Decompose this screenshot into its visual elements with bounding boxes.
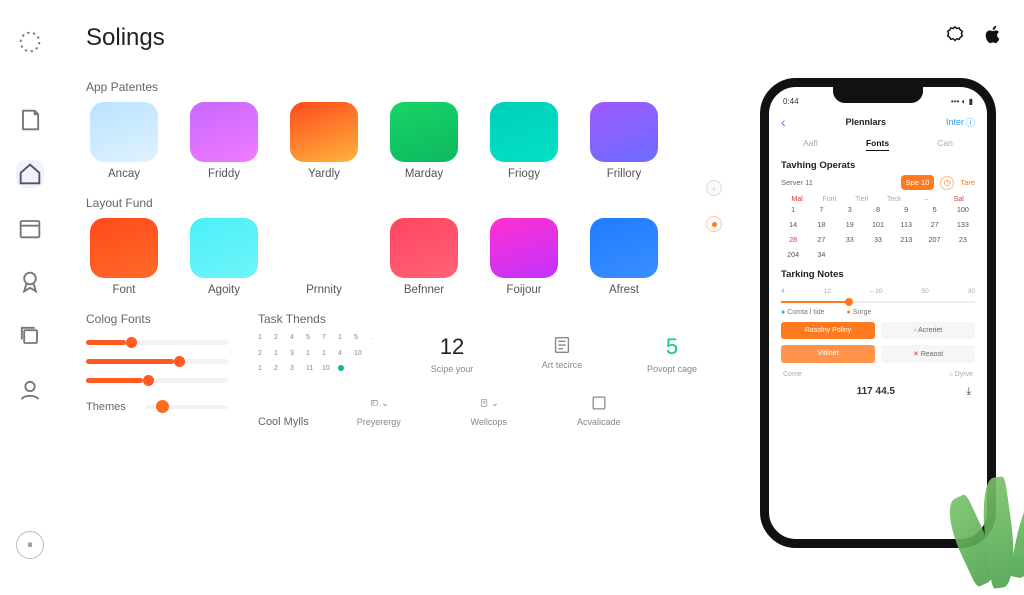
patente-label: Marday — [405, 168, 443, 180]
layout-label: Prnnity — [306, 284, 342, 296]
chip-tare: Tare — [960, 178, 975, 187]
phone-preview: 0:44 ••• ◐ ▮ ‹ Plennlars Inter ⓘ Aafl Fon… — [760, 78, 996, 548]
mini-calendar: 1245715.213114101231110 — [258, 334, 382, 380]
phone-tab-1[interactable]: Fonts — [866, 138, 889, 148]
pill-1[interactable]: ›Acreriet — [881, 322, 975, 339]
calendar-icon[interactable] — [16, 214, 44, 242]
foot-1[interactable]: ⌄Wellcops — [449, 393, 529, 427]
stat-1: Art tecirce — [522, 334, 602, 370]
phone-inter[interactable]: Inter ⓘ — [946, 116, 975, 129]
loading-icon[interactable] — [16, 28, 44, 56]
bottom-come: Come — [783, 371, 802, 378]
phone-tab-2[interactable]: Can — [937, 138, 953, 148]
patente-item-2[interactable]: Yardly — [286, 102, 362, 180]
layout-label: Agoity — [208, 284, 240, 296]
footer-value: 117 44.5 — [857, 386, 895, 397]
apple-icon[interactable] — [982, 24, 1004, 46]
pill-0[interactable]: Rasolny Poliny — [781, 322, 875, 339]
patente-label: Ancay — [108, 168, 140, 180]
patente-item-4[interactable]: Friogy — [486, 102, 562, 180]
layout-label: Befnner — [404, 284, 444, 296]
note-icon[interactable] — [16, 106, 44, 134]
layout-label: Font — [112, 284, 135, 296]
patente-label: Friogy — [508, 168, 540, 180]
copy-icon[interactable] — [16, 322, 44, 350]
patente-item-3[interactable]: Marday — [386, 102, 462, 180]
phone-sec2: Tarking Notes — [769, 261, 987, 284]
layout-item-5[interactable]: Afrest — [586, 218, 662, 296]
phone-title: Plennlars — [846, 117, 887, 127]
layout-item-3[interactable]: Befnner — [386, 218, 462, 296]
bottom-dyrve: ○ Dyrve — [949, 371, 973, 378]
sidebar: ⏸ — [0, 0, 60, 585]
layout-item-0[interactable]: Font — [86, 218, 162, 296]
phone-tab-0[interactable]: Aafl — [803, 138, 818, 148]
stat-0: 12Scipe your — [412, 334, 492, 374]
section-patentes-label: App Patentes — [86, 80, 712, 94]
phone-time: 0:44 — [783, 97, 799, 106]
colog-label: Colog Fonts — [86, 312, 228, 326]
notes-slider[interactable] — [781, 301, 975, 303]
cool-label: Cool Mylls — [258, 416, 309, 428]
chip-spe[interactable]: Spe 10 — [901, 175, 935, 190]
layout-item-1[interactable]: Agoity — [186, 218, 262, 296]
patente-label: Frillory — [607, 168, 642, 180]
legend-1: Comta l tide — [781, 309, 825, 316]
header: Solings — [86, 24, 764, 52]
themes-label: Themes — [86, 401, 136, 413]
legend-2: Sorge — [847, 309, 872, 316]
colog-slider-1[interactable] — [86, 359, 228, 364]
layout-label: Foijour — [506, 284, 541, 296]
patente-item-1[interactable]: Friddy — [186, 102, 262, 180]
mic-icon[interactable]: ⤓ — [967, 386, 971, 397]
themes-slider[interactable] — [146, 405, 228, 409]
patente-item-5[interactable]: Frillory — [586, 102, 662, 180]
badge-icon[interactable] — [16, 268, 44, 296]
trends-panel: Task Thends 1245715.213114101231110 12Sc… — [258, 312, 712, 428]
patente-label: Yardly — [308, 168, 340, 180]
chip-server: Server 11 — [781, 178, 813, 187]
side-dots: ‹ — [706, 180, 722, 232]
patente-item-0[interactable]: Ancay — [86, 102, 162, 180]
colog-slider-0[interactable] — [86, 340, 228, 345]
patente-label: Friddy — [208, 168, 240, 180]
chip-clock-icon[interactable]: ◷ — [940, 176, 954, 190]
colog-panel: Colog Fonts Themes — [86, 312, 228, 428]
main: App Patentes Ancay Friddy Yardly Marday Frio… — [86, 80, 712, 575]
gear-icon[interactable] — [944, 24, 966, 46]
dot-indicator[interactable] — [706, 216, 722, 232]
pill-3[interactable]: ✕Reaost — [881, 345, 975, 363]
pill-2[interactable]: Vitilnet — [781, 345, 875, 363]
layout-item-4[interactable]: Foijour — [486, 218, 562, 296]
colog-slider-2[interactable] — [86, 378, 228, 383]
home-icon[interactable] — [16, 160, 44, 188]
back-icon[interactable]: ‹ — [781, 114, 786, 130]
trends-label: Task Thends — [258, 312, 712, 326]
user-icon[interactable] — [16, 376, 44, 404]
status-icons: ••• ◐ ▮ — [951, 97, 973, 106]
stat-2: 5Povopt cage — [632, 334, 712, 374]
app-title: Solings — [86, 24, 165, 52]
phone-sec1: Tavhing Operats — [769, 152, 987, 175]
layout-label: Afrest — [609, 284, 639, 296]
pause-icon[interactable]: ⏸ — [16, 531, 44, 559]
section-layout-label: Layout Fund — [86, 196, 712, 210]
dot-back[interactable]: ‹ — [706, 180, 722, 196]
layout-item-2[interactable]: Prnnity — [286, 218, 362, 296]
foot-2[interactable]: Acvalicade — [559, 393, 639, 427]
foot-0[interactable]: ⌄Preyerergy — [339, 393, 419, 427]
